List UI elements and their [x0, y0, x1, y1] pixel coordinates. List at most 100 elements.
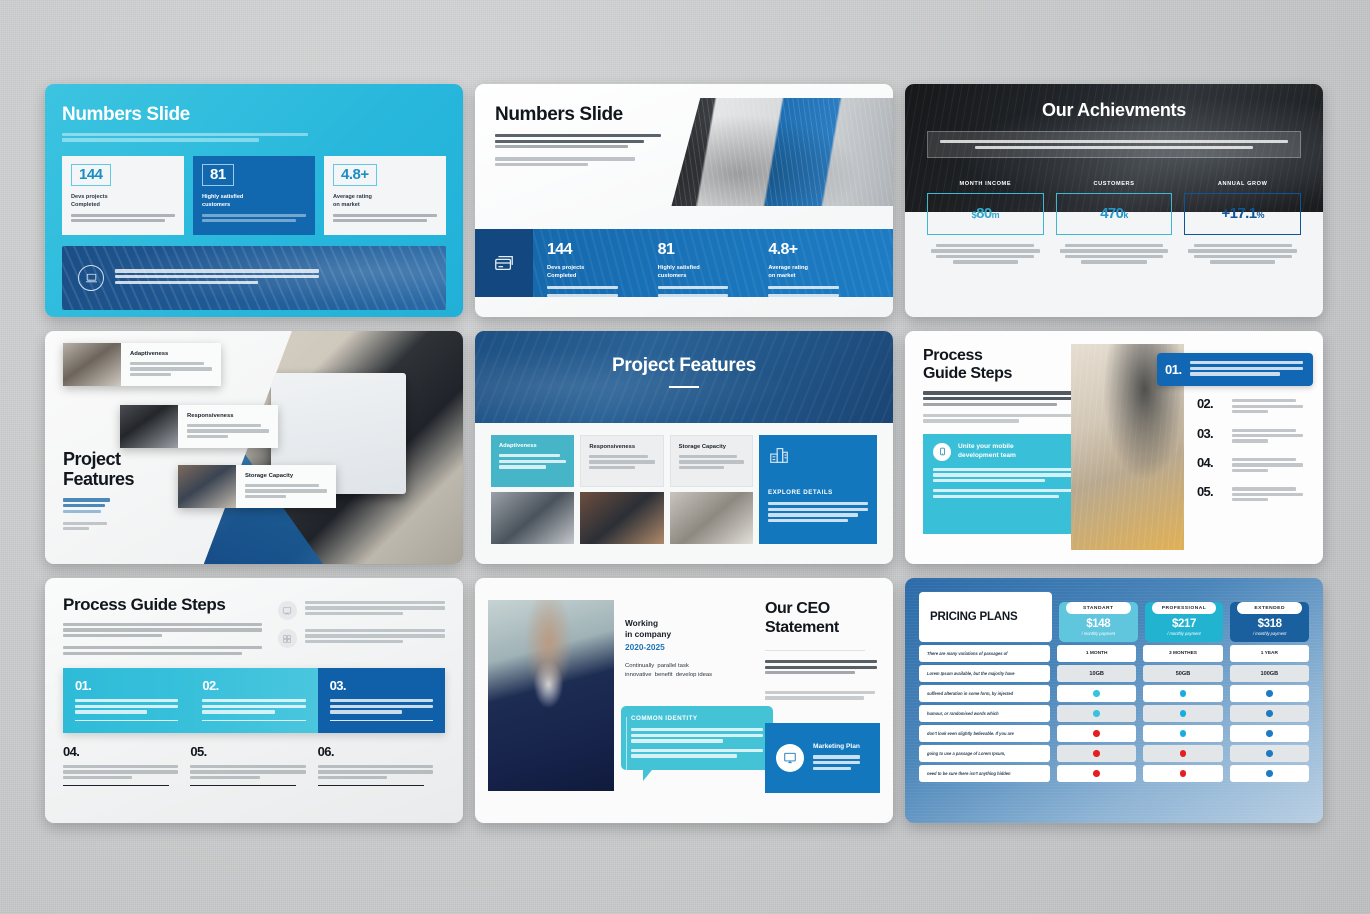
explore-details-panel[interactable]: EXPLORE DETAILS — [758, 435, 877, 544]
stat-box[interactable]: 4.8+ Average rating on market — [324, 155, 446, 235]
feature-column[interactable]: Responsiveness — [580, 435, 664, 544]
step-number: 04. — [63, 744, 80, 759]
stat-title: Devs projects Completed — [71, 193, 108, 208]
step-card[interactable]: 04. — [63, 744, 190, 787]
bubble-accent-bar — [626, 717, 628, 773]
bubble-body-1 — [631, 728, 763, 743]
step-underline — [202, 719, 306, 721]
step-body — [329, 699, 433, 714]
feature-card[interactable]: Adaptiveness — [63, 343, 221, 387]
achievement-card[interactable]: CUSTOMERS 470k — [1055, 174, 1173, 266]
step-number: 01. — [75, 678, 92, 694]
feature-column[interactable]: Adaptiveness — [491, 435, 575, 544]
stat-body — [333, 213, 437, 223]
included-dot — [1266, 750, 1273, 757]
plan-column[interactable]: EXTENDED $318 / monthly payment — [1230, 602, 1310, 642]
paragraph-1 — [63, 623, 262, 638]
step-number: 04. — [1197, 454, 1214, 470]
paragraph-1 — [495, 134, 661, 149]
mobile-icon — [933, 442, 951, 461]
step-number: 02. — [202, 678, 219, 694]
page-title: Our CEO Statement — [765, 600, 839, 636]
slide-process-guide-image[interactable]: Process Guide Steps Unite your mobile deve… — [905, 331, 1323, 564]
feature-column[interactable]: Storage Capacity — [669, 435, 753, 544]
step-item[interactable]: 03. — [1157, 416, 1313, 445]
step-card[interactable]: 03. — [317, 668, 445, 733]
feature-photo — [178, 465, 236, 509]
stat-title: Highly satisfied customers — [657, 265, 700, 280]
slide-project-features-photos[interactable]: Project Features Adaptiveness Responsiven… — [45, 331, 463, 564]
step-item-active[interactable]: 01. — [1157, 353, 1313, 387]
explore-title: EXPLORE DETAILS — [767, 489, 833, 496]
feature-body — [245, 484, 327, 499]
working-years: 2020-2025 — [625, 641, 665, 652]
common-identity-bubble[interactable]: COMMON IDENTITY — [621, 706, 773, 782]
plan-name: EXTENDED — [1237, 602, 1303, 614]
row-cell: 1 MONTH — [1056, 645, 1137, 662]
step-body — [1189, 361, 1303, 378]
step-body — [63, 765, 179, 780]
step-card[interactable]: 01. — [63, 668, 191, 733]
slide-pricing-plans[interactable]: PRICING PLANS STANDART $148 / monthly pa… — [905, 578, 1323, 823]
plan-price: $217 — [1171, 618, 1196, 630]
pricing-row: Lorem Ipsum available, but the majority … — [919, 665, 1310, 682]
stat-value: 4.8+ — [333, 163, 377, 186]
slide-subtitle — [62, 133, 308, 142]
stat-box[interactable]: 144 Devs projects Completed — [62, 155, 184, 235]
row-cell: 50GB — [1143, 665, 1223, 682]
feature-body — [187, 424, 269, 439]
feature-card[interactable]: Responsiveness — [120, 405, 278, 449]
stat-value: 144 — [547, 241, 573, 258]
plan-column[interactable]: STANDART $148 / monthly payment — [1058, 602, 1138, 642]
hero-photo: Project Features — [475, 331, 893, 423]
row-cell — [1056, 725, 1137, 742]
row-cell — [1229, 745, 1310, 762]
info-banner — [62, 245, 446, 310]
slide-numbers-white[interactable]: Numbers Slide 144 Devs projects Completed… — [475, 84, 893, 317]
feature-card[interactable]: Storage Capacity — [178, 465, 336, 509]
row-label: Lorem Ipsum available, but the majority … — [919, 665, 1050, 682]
plan-column[interactable]: PROFESSIONAL $217 / monthly payment — [1144, 602, 1224, 642]
excluded-dot — [1093, 750, 1100, 757]
feature-photo — [63, 343, 121, 387]
icon-row[interactable] — [277, 629, 445, 648]
pricing-header-row: PRICING PLANS STANDART $148 / monthly pa… — [919, 592, 1310, 642]
step-body — [317, 765, 433, 780]
step-card[interactable]: 06. — [317, 744, 445, 787]
step-underline — [75, 719, 179, 721]
slide-ceo-statement[interactable]: Working in company 2020-2025 Continually … — [475, 578, 893, 823]
explore-body — [767, 502, 868, 523]
icon-row-list — [277, 595, 445, 657]
step-number: 06. — [317, 744, 335, 759]
step-item[interactable]: 05. — [1157, 474, 1313, 503]
intro-box — [927, 131, 1301, 158]
achievement-card[interactable]: MONTH INCOME $80m — [927, 174, 1044, 266]
marketing-plan-panel[interactable]: Marketing Plan — [765, 723, 880, 793]
plan-price: $318 — [1257, 618, 1282, 630]
feature-card-row: Adaptiveness Responsiveness Storage Capa… — [475, 423, 893, 544]
stat-body — [657, 285, 747, 297]
row-cell — [1056, 685, 1137, 702]
step-item[interactable]: 04. — [1157, 445, 1313, 474]
icon-row[interactable] — [277, 601, 445, 620]
stat-value: 4.8+ — [768, 241, 798, 258]
slide-numbers-cyan[interactable]: Numbers Slide 144 Devs projects Completed… — [45, 84, 463, 317]
achievement-card[interactable]: ANNUAL GROW +17.1% — [1184, 174, 1302, 266]
laptop-icon — [78, 264, 104, 291]
row-cell — [1143, 725, 1223, 742]
credit-card-icon — [475, 229, 533, 297]
step-item[interactable]: 02. — [1157, 386, 1313, 415]
page-title: Numbers Slide — [62, 104, 190, 125]
slide-our-achievments[interactable]: Our Achievments MONTH INCOME $80m CUSTOM… — [905, 84, 1323, 317]
unite-panel[interactable]: Unite your mobile development team — [923, 433, 1083, 534]
stat-box[interactable]: 81 Highly satisfied customers — [193, 155, 315, 235]
step-number: 05. — [1197, 484, 1214, 500]
slide-project-features-cards[interactable]: Project Features Adaptiveness Responsive… — [475, 331, 893, 564]
step-card[interactable]: 05. — [190, 744, 317, 787]
step-card[interactable]: 02. — [190, 668, 318, 733]
stat-body — [768, 285, 857, 297]
icon-row-body — [304, 601, 445, 617]
slide-process-guide-grid[interactable]: Process Guide Steps 01. 02. 03. 04. 05. … — [45, 578, 463, 823]
card-value: +17.1% — [1221, 205, 1264, 222]
row-label: humour, or randomised words which — [919, 705, 1050, 722]
